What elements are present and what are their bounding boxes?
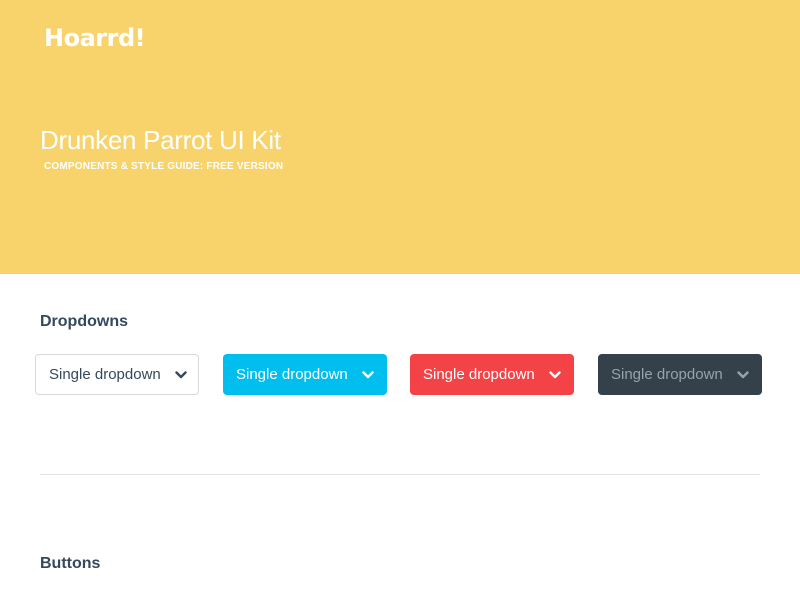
dropdown-dark[interactable]: Single dropdown [598,354,762,395]
dropdown-red[interactable]: Single dropdown [410,354,574,395]
hero-banner: Hoarrd! Drunken Parrot UI Kit COMPONENTS… [0,0,800,274]
brand-logo[interactable]: Hoarrd! [44,23,146,53]
buttons-heading: Buttons [40,555,101,572]
dropdown-blue[interactable]: Single dropdown [223,354,387,395]
dropdown-label: Single dropdown [611,366,723,383]
chevron-down-icon [737,370,749,379]
section-divider [40,474,760,475]
page-subtitle: COMPONENTS & STYLE GUIDE: FREE VERSION [44,161,284,172]
dropdowns-heading: Dropdowns [40,313,128,330]
dropdown-white[interactable]: Single dropdown [35,354,199,395]
chevron-down-icon [362,370,374,379]
chevron-down-icon [549,370,561,379]
chevron-down-icon [175,370,187,379]
page-title: Drunken Parrot UI Kit [40,125,281,155]
dropdown-label: Single dropdown [423,366,535,383]
dropdown-label: Single dropdown [236,366,348,383]
dropdown-label: Single dropdown [49,366,161,383]
